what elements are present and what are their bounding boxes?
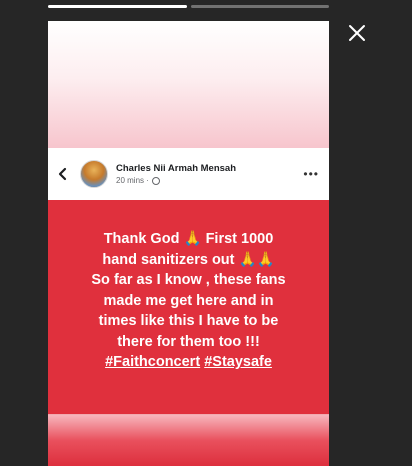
author-name[interactable]: Charles Nii Armah Mensah [116,163,236,174]
post-time: 20 mins [116,176,145,185]
hashtag-faithconcert[interactable]: #Faithconcert [105,354,200,370]
post-meta: Charles Nii Armah Mensah 20 mins · [116,163,236,185]
close-button[interactable] [342,18,372,48]
text-segment: times like this I have to be [98,313,279,330]
back-button[interactable] [48,148,78,200]
background-gradient-bottom [48,414,329,466]
progress-fill [48,5,187,8]
text-segment: So far as I know , these fans [91,272,286,289]
text-segment: hand sanitizers out [102,251,235,268]
text-segment: there for them too !!! [117,333,260,350]
post-header: Charles Nii Armah Mensah 20 mins · ••• [48,148,329,200]
story-content: Charles Nii Armah Mensah 20 mins · ••• T… [48,21,329,466]
background-gradient-top [48,21,329,148]
text-segment: First 1000 [205,231,274,248]
text-segment: made me get here and in [103,292,274,309]
post-text: Thank God 🙏 First 1000 hand sanitizers o… [56,229,321,373]
praying-hands-emoji: 🙏 [183,231,202,248]
avatar[interactable] [80,160,108,188]
text-segment: Thank God [103,231,180,248]
post-body: Thank God 🙏 First 1000 hand sanitizers o… [48,200,329,414]
post-time-row: 20 mins · [116,176,236,185]
progress-segment-1 [48,5,187,8]
globe-icon [151,176,160,185]
story-progress [48,5,329,8]
more-options-button[interactable]: ••• [303,168,319,180]
separator: · [144,176,149,185]
hashtag-staysafe[interactable]: #Staysafe [204,354,272,370]
progress-segment-2 [190,5,329,8]
praying-hands-emoji: 🙏🙏 [238,251,275,268]
close-icon [349,25,365,41]
chevron-left-icon [58,167,67,181]
